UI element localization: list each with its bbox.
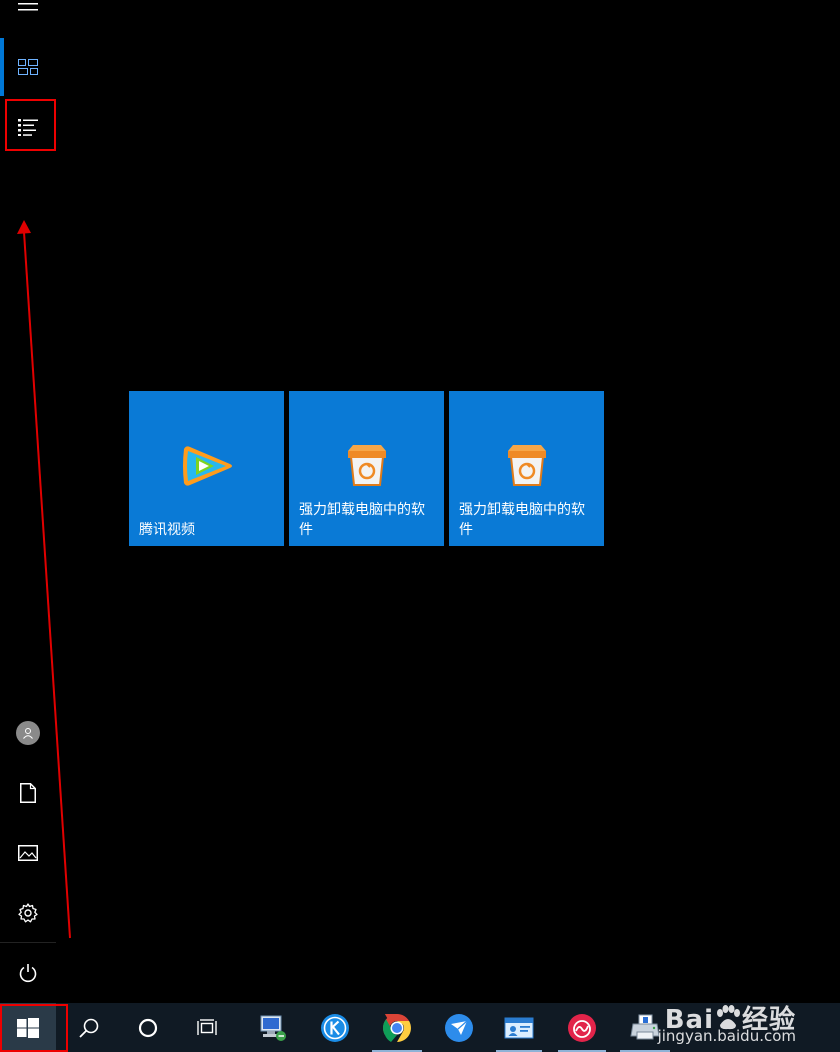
taskbar-id-card-app[interactable] <box>496 1003 542 1052</box>
network-computer-icon <box>260 1015 286 1041</box>
uninstall-box-icon <box>507 445 546 486</box>
uninstall-box-icon <box>347 445 386 486</box>
taskbar-kugou-app[interactable] <box>312 1003 358 1052</box>
taskbar-netease-app[interactable] <box>558 1003 606 1052</box>
tile-uninstaller-2[interactable]: 强力卸载电脑中的软件 <box>449 391 604 546</box>
watermark-url: jingyan.baidu.com <box>657 1027 796 1045</box>
printer-icon <box>630 1014 660 1039</box>
baidu-watermark: Bai 经验 jingyan.baidu.com <box>658 999 796 1045</box>
netease-music-icon <box>568 1013 596 1042</box>
chrome-icon <box>382 1013 411 1042</box>
task-view-icon <box>197 1018 217 1035</box>
tile-label: 强力卸载电脑中的软件 <box>299 502 425 538</box>
id-card-icon <box>504 1017 534 1038</box>
bird-app-icon <box>445 1013 473 1042</box>
tile-label: 强力卸载电脑中的软件 <box>459 502 585 538</box>
taskbar-search-button[interactable] <box>70 1003 108 1052</box>
kugou-icon <box>321 1013 349 1042</box>
search-icon <box>79 1018 99 1038</box>
taskbar-cortana-button[interactable] <box>128 1003 168 1052</box>
annotation-box-start <box>0 1004 68 1052</box>
tile-tencent-video[interactable]: 腾讯视频 <box>129 391 284 546</box>
taskbar-chrome-app[interactable] <box>372 1003 422 1052</box>
tile-label: 腾讯视频 <box>139 522 195 538</box>
cortana-icon <box>138 1018 158 1037</box>
taskbar-bird-app[interactable] <box>436 1003 482 1052</box>
tile-uninstaller[interactable]: 强力卸载电脑中的软件 <box>289 391 444 546</box>
taskbar-network-app[interactable] <box>250 1003 296 1052</box>
tencent-video-icon <box>182 446 232 486</box>
taskbar-task-view-button[interactable] <box>188 1003 228 1052</box>
